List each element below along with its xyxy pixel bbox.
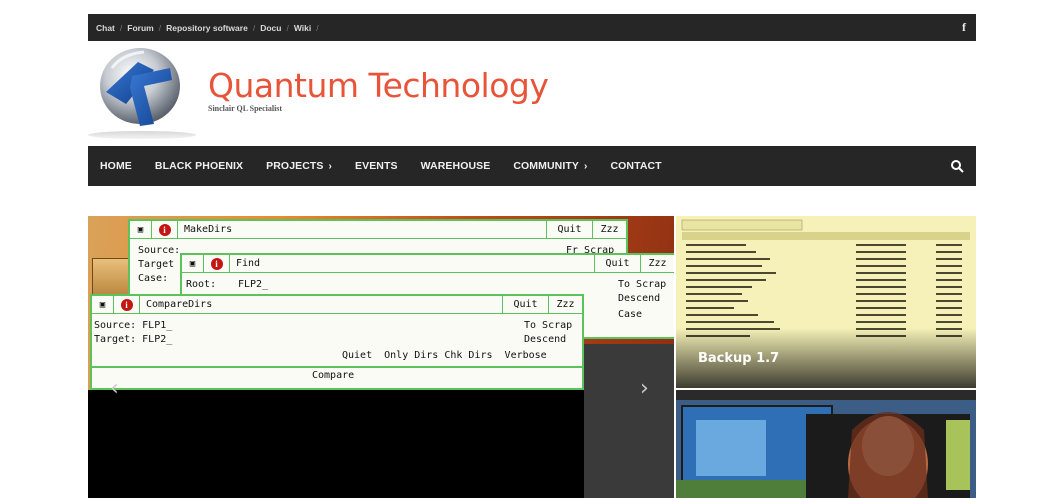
sleep-button[interactable]: Zzz xyxy=(640,254,674,273)
window-icon[interactable]: ▣ xyxy=(130,220,152,239)
slider-prev-icon[interactable]: ‹ xyxy=(110,376,119,401)
nav-item-projects[interactable]: PROJECTS › xyxy=(266,160,332,172)
window-title: CompareDirs xyxy=(146,299,213,310)
top-links: Chat / Forum / Repository software / Doc… xyxy=(96,23,324,33)
info-button[interactable]: i xyxy=(152,220,178,239)
facebook-icon[interactable]: f xyxy=(962,20,966,35)
quit-button[interactable]: Quit xyxy=(546,220,592,239)
info-icon: i xyxy=(120,298,133,311)
nav-item-community[interactable]: COMMUNITY › xyxy=(513,160,587,172)
sleep-button[interactable]: Zzz xyxy=(548,295,582,314)
main-nav: HOME BLACK PHOENIX PROJECTS › EVENTS WARE… xyxy=(88,146,976,186)
quit-button[interactable]: Quit xyxy=(502,295,548,314)
top-bar-strip: Chat / Forum / Repository software / Doc… xyxy=(88,14,976,41)
separator: / xyxy=(316,22,319,33)
compare-options[interactable]: Quiet Only Dirs Chk Dirs Verbose xyxy=(342,350,547,361)
sleep-button[interactable]: Zzz xyxy=(592,220,626,239)
window-title: MakeDirs xyxy=(184,224,233,235)
desktop-screenshot-image xyxy=(676,390,976,498)
root-label: Root: xyxy=(186,279,217,290)
compare-button[interactable]: Compare xyxy=(312,370,354,381)
separator: / xyxy=(119,22,123,33)
featured-slider[interactable]: ▣ i MakeDirs Quit Zzz Source: Target Cas… xyxy=(88,216,674,498)
top-link-wiki[interactable]: Wiki xyxy=(294,23,311,33)
nav-item-black-phoenix[interactable]: BLACK PHOENIX xyxy=(155,160,243,172)
source-field[interactable]: Source: FLP1_ xyxy=(94,320,172,331)
top-link-repository[interactable]: Repository software xyxy=(166,23,248,33)
to-scrap-option[interactable]: To Scrap xyxy=(524,320,572,331)
top-link-chat[interactable]: Chat xyxy=(96,23,115,33)
site-logo[interactable] xyxy=(92,46,192,138)
descend-option[interactable]: Descend xyxy=(618,293,660,304)
desktop-area xyxy=(584,344,674,498)
chevron-right-icon: › xyxy=(584,161,588,172)
site-tagline: Sinclair QL Specialist xyxy=(208,104,283,113)
separator: / xyxy=(286,22,289,33)
post-thumbnail-desktop[interactable] xyxy=(676,390,976,498)
target-label: Target xyxy=(138,259,175,270)
nav-item-home[interactable]: HOME xyxy=(100,160,132,172)
quit-button[interactable]: Quit xyxy=(594,254,640,273)
post-thumbnail-backup[interactable]: Backup 1.7 xyxy=(676,216,976,388)
separator: / xyxy=(252,22,256,33)
thumbnail-caption[interactable]: Backup 1.7 xyxy=(698,351,779,366)
top-link-forum[interactable]: Forum xyxy=(127,23,153,33)
chevron-right-icon: › xyxy=(328,161,332,172)
nav-item-warehouse[interactable]: WAREHOUSE xyxy=(421,160,491,172)
case-option[interactable]: Case xyxy=(618,309,642,320)
source-label: Source: xyxy=(138,245,181,256)
slider-next-icon[interactable]: › xyxy=(640,376,649,401)
root-value[interactable]: FLP2_ xyxy=(238,279,268,290)
descend-option[interactable]: Descend xyxy=(524,334,566,345)
top-link-docu[interactable]: Docu xyxy=(260,23,281,33)
comparedirs-window: ▣ i CompareDirs Quit Zzz Source: FLP1_ T… xyxy=(90,294,584,390)
info-button[interactable]: i xyxy=(114,295,140,314)
logo-shadow xyxy=(88,131,196,139)
output-pane xyxy=(88,390,584,498)
window-title: Find xyxy=(236,258,261,269)
nav-item-events[interactable]: EVENTS xyxy=(355,160,398,172)
info-button[interactable]: i xyxy=(204,254,230,273)
to-scrap-option[interactable]: To Scrap xyxy=(618,279,666,290)
info-icon: i xyxy=(158,223,171,236)
divider xyxy=(92,366,582,368)
thumbnail-caption-overlay: Backup 1.7 xyxy=(676,328,976,388)
folder-icon xyxy=(92,258,132,298)
window-icon[interactable]: ▣ xyxy=(182,254,204,273)
site-title[interactable]: Quantum Technology xyxy=(208,66,549,105)
window-icon[interactable]: ▣ xyxy=(92,295,114,314)
separator: / xyxy=(158,22,162,33)
target-field[interactable]: Target: FLP2_ xyxy=(94,334,172,345)
top-bar: Chat / Forum / Repository software / Doc… xyxy=(0,0,1060,41)
nav-item-contact[interactable]: CONTACT xyxy=(610,160,661,172)
info-icon: i xyxy=(210,257,223,270)
search-icon[interactable] xyxy=(950,159,964,173)
case-label: Case: xyxy=(138,273,169,284)
